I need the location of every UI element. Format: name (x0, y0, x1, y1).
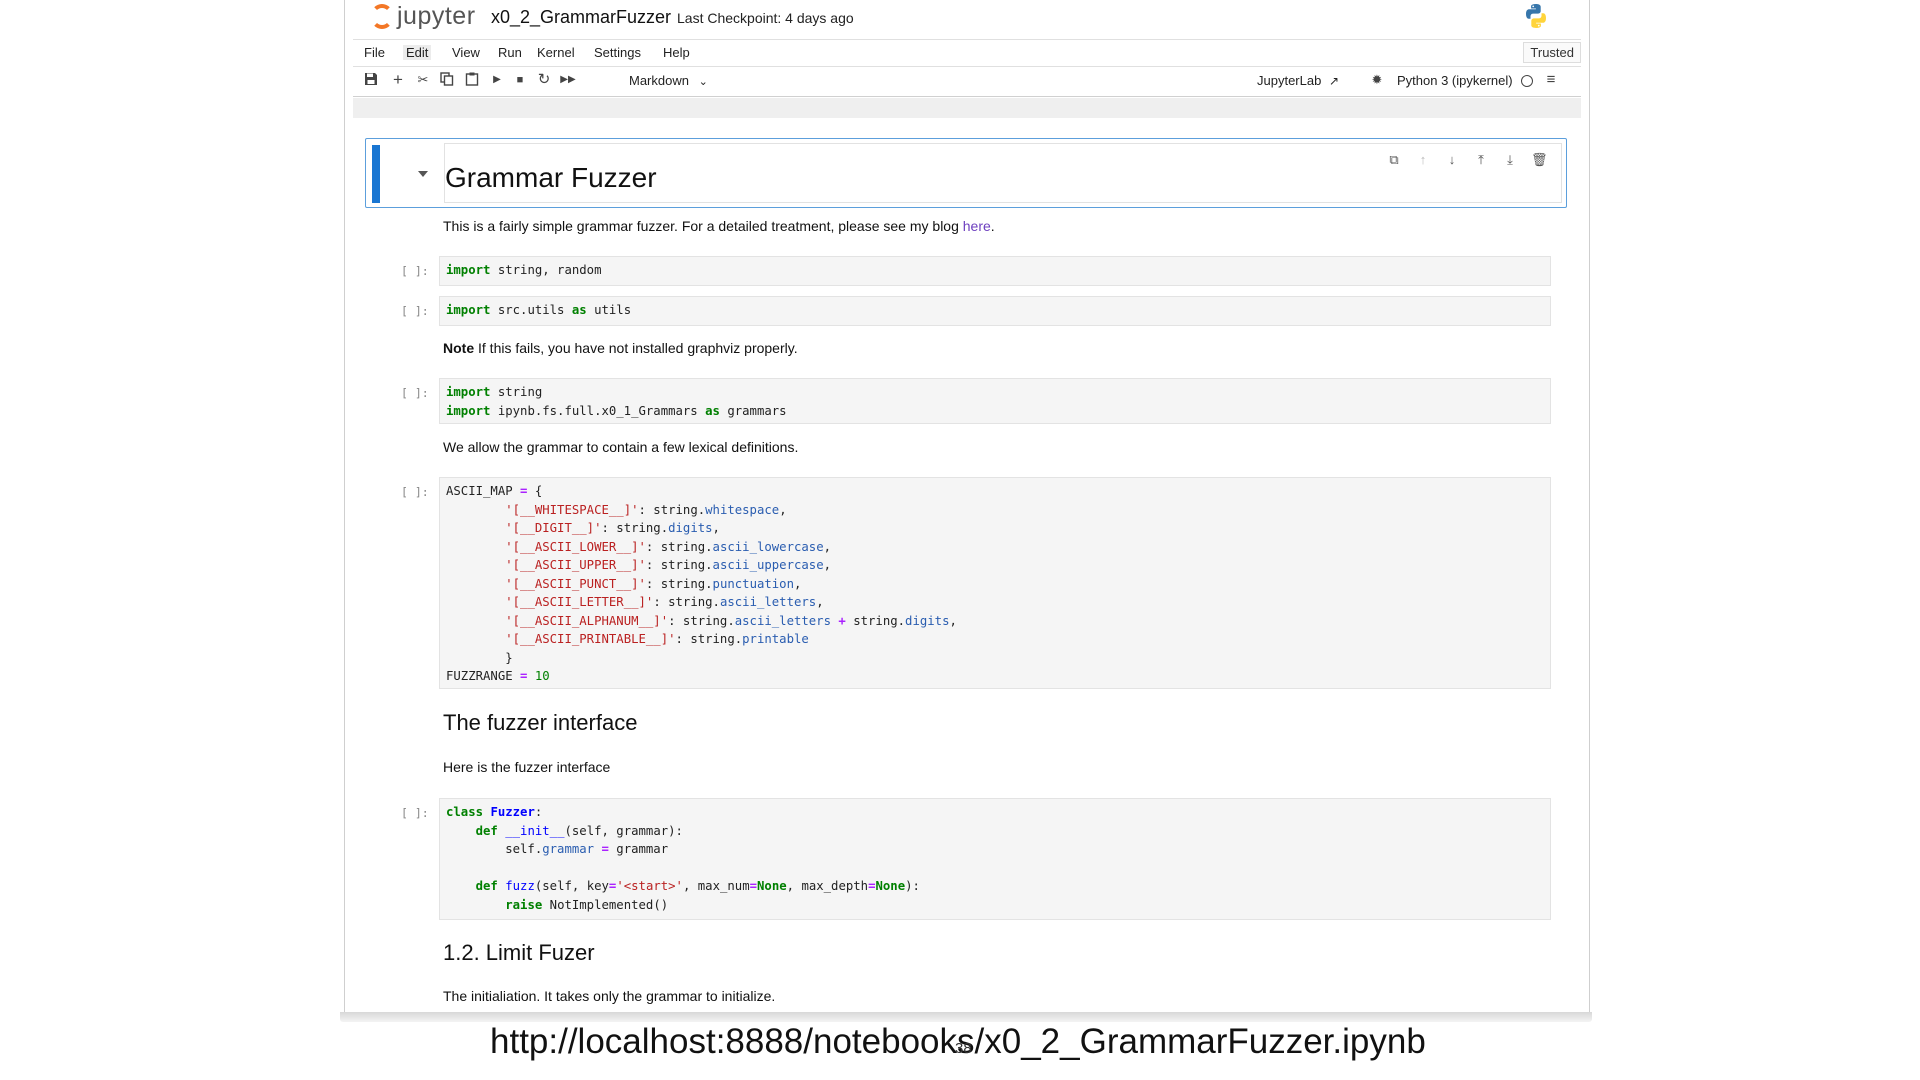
trusted-indicator[interactable]: Trusted (1523, 42, 1581, 63)
menu-view[interactable]: View (449, 45, 483, 60)
menu-kernel[interactable]: Kernel (534, 45, 578, 60)
cell-prompt: [ ]: (401, 264, 429, 278)
window-shadow (340, 1012, 1592, 1022)
move-up-icon[interactable]: ↑ (1415, 152, 1431, 168)
intro-text: This is a fairly simple grammar fuzzer. … (443, 218, 963, 234)
debugger-icon[interactable]: ✹ (1369, 72, 1385, 88)
external-link-icon: ↗ (1328, 74, 1340, 88)
jupyterlab-link[interactable]: JupyterLab ↗ (1257, 73, 1339, 88)
checkpoint-status: Last Checkpoint: 4 days ago (677, 10, 854, 26)
fuzzer-interface-heading: The fuzzer interface (443, 710, 638, 735)
limit-fuzzer-heading: 1.2. Limit Fuzer (443, 940, 595, 965)
intro-paragraph: This is a fairly simple grammar fuzzer. … (443, 218, 995, 234)
menu-run[interactable]: Run (495, 45, 525, 60)
code-cell-3[interactable]: import string import ipynb.fs.full.x0_1_… (439, 378, 1551, 424)
code-cell-1[interactable]: import string, random (439, 256, 1551, 286)
fast-forward-icon[interactable]: ▶▶ (560, 72, 576, 88)
limit-fuzzer-paragraph: The initialiation. It takes only the gra… (443, 988, 776, 1004)
cell-prompt: [ ]: (401, 485, 429, 499)
notebook-cells: ⧉ ↑ ↓ ⤒ ⤓ 🗑 Grammar Fuzzer This is a fai… (353, 118, 1581, 1015)
notebook-title[interactable]: x0_2_GrammarFuzzer (491, 7, 671, 28)
insert-below-icon[interactable]: ⤓ (1502, 152, 1518, 168)
note-text: If this fails, you have not installed gr… (474, 340, 798, 356)
cell-prompt: [ ]: (401, 386, 429, 400)
notebook-window: jupyter x0_2_GrammarFuzzer Last Checkpoi… (344, 0, 1590, 1015)
paste-icon[interactable] (464, 72, 480, 88)
kernel-status-icon (1521, 75, 1533, 87)
slide-page-number: 38 (955, 1040, 972, 1057)
save-icon[interactable] (363, 72, 379, 88)
blog-link[interactable]: here (963, 218, 991, 234)
cut-icon[interactable]: ✂ (415, 72, 431, 88)
jupyter-logo-text: jupyter (397, 2, 476, 30)
collapse-caret-icon[interactable] (418, 171, 428, 177)
notebook-top-spacer (353, 98, 1581, 118)
code-1-text: string, random (497, 263, 602, 277)
stop-icon[interactable]: ■ (512, 72, 528, 88)
code-cell-fuzzer-class[interactable]: class Fuzzer: def __init__(self, grammar… (439, 798, 1551, 920)
lexical-paragraph: We allow the grammar to contain a few le… (443, 439, 799, 455)
menu-help[interactable]: Help (660, 45, 693, 60)
cell-toolbar: ⧉ ↑ ↓ ⤒ ⤓ 🗑 (1386, 152, 1547, 168)
note-bold: Note (443, 340, 475, 356)
copy-icon[interactable] (439, 72, 455, 88)
code-cell-ascii-map[interactable]: ASCII_MAP = { '[__WHITESPACE__]': string… (439, 477, 1551, 689)
menu-edit[interactable]: Edit (403, 45, 432, 60)
menu-file[interactable]: File (361, 45, 388, 60)
cell-prompt: [ ]: (401, 806, 429, 820)
chevron-down-icon: ⌄ (698, 76, 708, 88)
python-logo-icon (1526, 4, 1546, 28)
notebook-toolbar: + ✂ ▶ ■ ↻ ▶▶ Markdown ⌄ JupyterLab ↗ ✹ P… (353, 66, 1581, 97)
move-down-icon[interactable]: ↓ (1444, 152, 1460, 168)
cell-type-select[interactable]: Markdown ⌄ (629, 73, 708, 88)
jupyter-logo[interactable]: jupyter (371, 2, 476, 31)
run-icon[interactable]: ▶ (489, 72, 505, 88)
insert-above-icon[interactable]: ⤒ (1473, 152, 1489, 168)
menu-settings[interactable]: Settings (591, 45, 644, 60)
duplicate-cell-icon[interactable]: ⧉ (1386, 152, 1402, 168)
restart-icon[interactable]: ↻ (536, 72, 552, 88)
jupyterlab-link-label: JupyterLab (1257, 73, 1322, 88)
add-icon[interactable]: + (390, 71, 406, 88)
cell-type-label: Markdown (629, 73, 689, 88)
notebook-header: jupyter x0_2_GrammarFuzzer Last Checkpoi… (345, 0, 1589, 34)
menu-bar: File Edit View Run Kernel Settings Help … (353, 39, 1581, 67)
note-paragraph: Note If this fails, you have not install… (443, 340, 798, 356)
cell-prompt: [ ]: (401, 304, 429, 318)
code-cell-2[interactable]: import src.utils as utils (439, 296, 1551, 326)
intro-end: . (990, 218, 995, 234)
active-cell-indicator (372, 145, 380, 203)
notebook-heading: Grammar Fuzzer (445, 162, 657, 193)
delete-cell-icon[interactable]: 🗑 (1531, 152, 1548, 168)
fuzzer-interface-paragraph: Here is the fuzzer interface (443, 759, 611, 775)
menu-lines-icon[interactable]: ≡ (1543, 72, 1559, 88)
kernel-name[interactable]: Python 3 (ipykernel) (1397, 73, 1513, 88)
jupyter-logo-icon (371, 3, 393, 31)
